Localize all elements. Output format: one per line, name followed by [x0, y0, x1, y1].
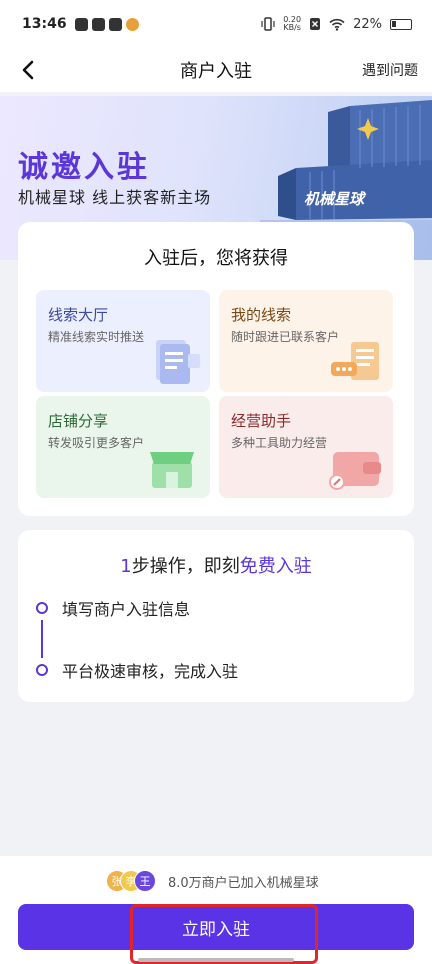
- notes-icon: [331, 342, 379, 380]
- joined-count-text: 8.0万商户已加入机械星球: [168, 876, 319, 891]
- banner-title: 诚邀入驻: [18, 150, 150, 185]
- tile-title: 店铺分享: [48, 412, 109, 430]
- nav-bar: 商户入驻 遇到问题: [0, 48, 432, 92]
- brand-sign-text: 机械星球: [304, 190, 367, 208]
- bottom-bar: 张 李 王 8.0万商户已加入机械星球 立即入驻: [0, 856, 432, 964]
- tile-title: 经营助手: [231, 412, 292, 430]
- avatar: 王: [134, 870, 156, 892]
- battery-icon: [390, 18, 412, 30]
- tile-title: 线索大厅: [48, 306, 109, 324]
- banner-subtitle: 机械星球 线上获客新主场: [18, 188, 212, 207]
- sim-icon: [310, 18, 321, 30]
- document-icon: [156, 340, 200, 384]
- step-item: 填写商户入驻信息: [36, 596, 190, 620]
- home-indicator[interactable]: [138, 958, 294, 962]
- status-bar: 13:46 0.20 KB/s 22%: [0, 0, 432, 48]
- benefit-tile-my-leads: 我的线索 随时跟进已联系客户: [219, 290, 393, 392]
- help-link[interactable]: 遇到问题: [362, 60, 418, 80]
- page-title: 商户入驻: [180, 61, 252, 82]
- wallet-icon: [329, 452, 381, 490]
- step-connector: [41, 620, 43, 658]
- benefit-tile-shop-share: 店铺分享 转发吸引更多客户: [36, 396, 210, 498]
- weibo-icon: [125, 17, 139, 31]
- step-item: 平台极速审核，完成入驻: [36, 658, 238, 682]
- step-dot-icon: [36, 664, 48, 676]
- tiktok-icon: [74, 17, 88, 31]
- benefit-tile-business-assistant: 经营助手 多种工具助力经营: [219, 396, 393, 498]
- net-speed: 0.20 KB/s: [283, 15, 302, 32]
- step-dot-icon: [36, 602, 48, 614]
- wifi-icon: [329, 18, 345, 31]
- steps-card: 1步操作，即刻免费入驻 填写商户入驻信息 平台极速审核，完成入驻: [18, 530, 414, 702]
- chevron-left-icon: [22, 60, 34, 80]
- join-now-button[interactable]: 立即入驻: [18, 904, 414, 950]
- tile-title: 我的线索: [231, 306, 292, 324]
- app-icon: [108, 17, 122, 31]
- merchant-avatars: 张 李 王: [106, 870, 160, 892]
- status-time: 13:46: [22, 16, 67, 32]
- benefits-title: 入驻后，您将获得: [144, 248, 288, 269]
- tile-desc: 精准线索实时推送: [48, 330, 145, 344]
- benefit-tile-lead-hall: 线索大厅 精准线索实时推送: [36, 290, 210, 392]
- tile-desc: 多种工具助力经营: [231, 436, 328, 450]
- battery-percent: 22%: [353, 16, 382, 32]
- step-label: 平台极速审核，完成入驻: [62, 662, 239, 681]
- mail-icon: [91, 17, 105, 31]
- tile-desc: 转发吸引更多客户: [48, 436, 145, 450]
- step-label: 填写商户入驻信息: [62, 600, 191, 619]
- benefits-card: 入驻后，您将获得 线索大厅 精准线索实时推送 我的线索 随时跟进已联系客户 店铺…: [18, 222, 414, 516]
- steps-heading: 1步操作，即刻免费入驻: [120, 556, 312, 577]
- vibrate-icon: [261, 17, 275, 31]
- back-button[interactable]: [14, 56, 42, 84]
- shop-icon: [150, 452, 194, 488]
